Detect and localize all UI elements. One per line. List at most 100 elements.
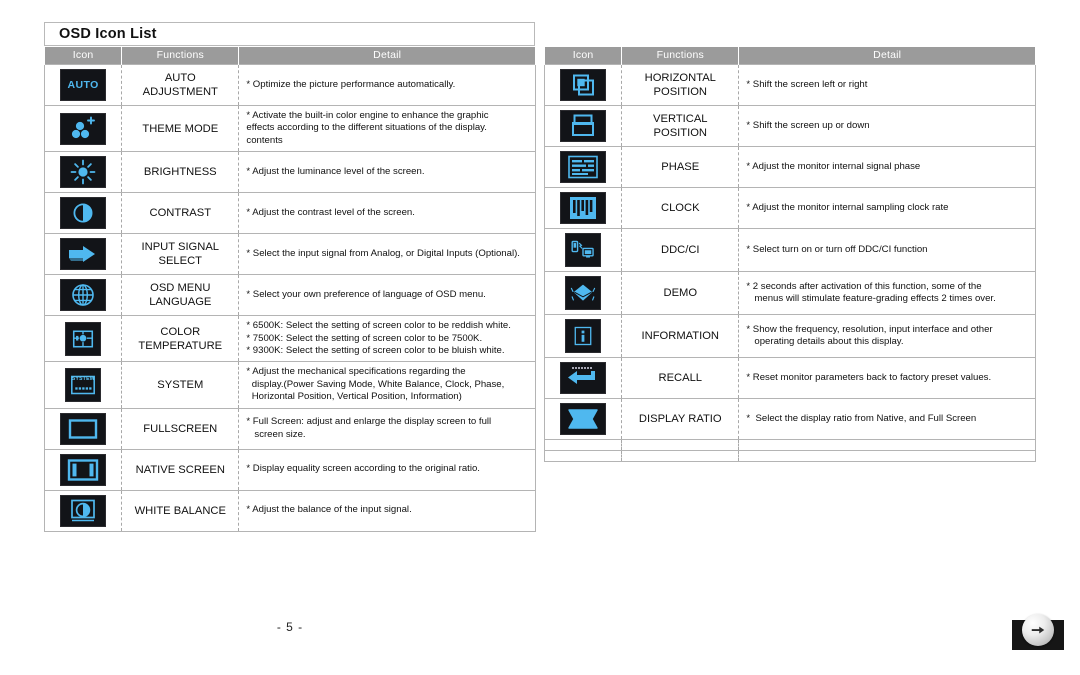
cell-icon (543, 357, 623, 399)
detail-line: Horizontal Position, Vertical Position, … (246, 391, 462, 403)
column-header-functions: Functions (121, 46, 240, 65)
table-row: INFORMATION * Show the frequency, resolut… (543, 314, 1036, 358)
function-line: PHASE (661, 161, 700, 173)
function-line: INFORMATION (641, 330, 720, 342)
detail-line: * Adjust the contrast level of the scree… (246, 207, 415, 219)
phase-icon (561, 152, 606, 182)
theme-mode-icon (61, 113, 106, 144)
next-page-button[interactable] (1012, 614, 1064, 650)
cell-function-label: OSD MENU LANGUAGE (121, 274, 240, 317)
detail-line: * Shift the screen up or down (746, 119, 870, 131)
table-row: THEME MODE * Activate the built-in color … (43, 104, 536, 153)
detail-line: * Adjust the luminance level of the scre… (246, 166, 425, 178)
cell-detail-text: * Shift the screen left or right (738, 64, 1036, 106)
cell-icon (543, 450, 623, 462)
detail-line: * Shift the screen left or right (746, 78, 868, 90)
cell-function-label: RECALL (621, 357, 740, 399)
function-line: BRIGHTNESS (143, 166, 217, 179)
column-header-icon: Icon (543, 46, 623, 65)
table-row: DEMO * 2 seconds after activation of this… (543, 271, 1036, 315)
detail-line: * Select your own preference of language… (246, 289, 486, 301)
function-line: ADJUSTMENT (142, 86, 218, 98)
cell-icon: SYSTEM (43, 361, 123, 409)
function-line: DEMO (663, 287, 698, 299)
osd-icon-table-right: Icon Functions Detail HORIZONTAL POSITION… (543, 46, 1036, 462)
ddc-ci-icon (566, 234, 601, 266)
cell-function-label: PHASE (621, 146, 740, 188)
detail-line: * 9300K: Select the setting of screen co… (246, 345, 505, 357)
native-screen-icon (61, 454, 106, 485)
cell-detail-text: * Full Screen: adjust and enlarge the di… (238, 407, 536, 450)
cell-detail-text: * Adjust the monitor internal sampling c… (738, 187, 1036, 229)
cell-detail-text: * Adjust the balance of the input signal… (238, 489, 536, 532)
cell-function-label: HORIZONTAL POSITION (621, 64, 740, 106)
cell-function-label: INPUT SIGNAL SELECT (121, 233, 240, 276)
cell-detail-text: * Display equality screen according to t… (238, 448, 536, 491)
cell-icon (543, 398, 623, 440)
brightness-icon (61, 157, 106, 188)
detail-line: * Reset monitor parameters back to facto… (746, 371, 992, 383)
arrow-right-icon (1022, 614, 1054, 646)
table-row: RECALL * Reset monitor parameters back to… (543, 357, 1036, 399)
cell-function-label: DISPLAY RATIO (621, 398, 740, 440)
cell-function-label: CLOCK (621, 187, 740, 229)
detail-line: * 7500K: Select the setting of screen co… (246, 332, 483, 344)
table-body-left: AUTO AUTO ADJUSTMENT * Optimize the picture… (43, 64, 536, 532)
cell-function-label: AUTO ADJUSTMENT (121, 64, 240, 106)
cell-function-label: THEME MODE (121, 104, 240, 153)
cell-detail-text: * Select the display ratio from Native, … (738, 398, 1036, 440)
table-row: SYSTEM SYSTEM * Adjust the mechanical spec… (43, 361, 536, 409)
cell-icon: AUTO (43, 64, 123, 106)
table-row: PHASE * Adjust the monitor internal signa… (543, 146, 1036, 188)
information-icon (566, 320, 601, 352)
cell-function-label: DEMO (621, 271, 740, 315)
detail-line: * Adjust the monitor internal signal pha… (746, 160, 921, 172)
function-line: VERTICAL (653, 113, 708, 125)
display-ratio-icon (561, 404, 606, 434)
cell-icon (43, 104, 123, 153)
function-line: NATIVE SCREEN (135, 463, 225, 476)
system-icon: SYSTEM (66, 369, 101, 402)
cell-icon (43, 448, 123, 491)
cell-function-label: DDC/CI (621, 228, 740, 272)
white-balance-icon (61, 495, 106, 526)
cell-detail-text: * Shift the screen up or down (738, 105, 1036, 147)
cell-detail-text: * 6500K: Select the setting of screen co… (238, 315, 536, 363)
cell-detail-text: * Adjust the monitor internal signal pha… (738, 146, 1036, 188)
fullscreen-icon (61, 413, 106, 444)
detail-line: effects according to the different situa… (246, 122, 487, 134)
osd-icon-table-left: Icon Functions Detail AUTO AUTO ADJUSTMENT… (43, 46, 536, 532)
cell-icon (543, 271, 623, 315)
cell-detail-text: * Select turn on or turn off DDC/CI func… (738, 228, 1036, 272)
cell-detail-text: * Show the frequency, resolution, input … (738, 314, 1036, 358)
cell-function-label: VERTICAL POSITION (621, 105, 740, 147)
table-row: FULLSCREEN * Full Screen: adjust and enla… (43, 407, 536, 450)
cell-detail-text: * Select your own preference of language… (238, 274, 536, 317)
function-line: OSD MENU (150, 282, 211, 295)
cell-function-label: SYSTEM (121, 361, 240, 409)
recall-icon (561, 363, 606, 393)
detail-line: * Activate the built-in color engine to … (246, 110, 489, 121)
color-temperature-icon (66, 322, 101, 355)
cell-function-label: WHITE BALANCE (121, 489, 240, 532)
cell-icon (543, 187, 623, 229)
function-line: DISPLAY RATIO (638, 413, 722, 425)
cell-detail-text: * Adjust the mechanical specifications r… (238, 361, 536, 409)
detail-line: * Select turn on or turn off DDC/CI func… (746, 243, 928, 255)
cell-icon (43, 192, 123, 235)
detail-line: * Adjust the mechanical specifications r… (246, 366, 466, 378)
cell-function-label: CONTRAST (121, 192, 240, 235)
function-line: LANGUAGE (149, 296, 212, 309)
cell-detail-text: * Activate the built-in color engine to … (238, 104, 536, 153)
cell-detail-text: * Adjust the contrast level of the scree… (238, 192, 536, 235)
input-signal-select-icon (61, 239, 106, 270)
vertical-position-icon (561, 111, 606, 141)
table-row: CLOCK * Adjust the monitor internal sampl… (543, 187, 1036, 229)
cell-icon (43, 315, 123, 363)
detail-line: * Show the frequency, resolution, input … (746, 323, 993, 335)
cell-function-label: BRIGHTNESS (121, 151, 240, 194)
function-line: CLOCK (661, 202, 700, 214)
function-line: FULLSCREEN (143, 422, 218, 435)
detail-line: operating details about this display. (746, 336, 904, 347)
cell-detail-text: * Optimize the picture performance autom… (238, 64, 536, 106)
